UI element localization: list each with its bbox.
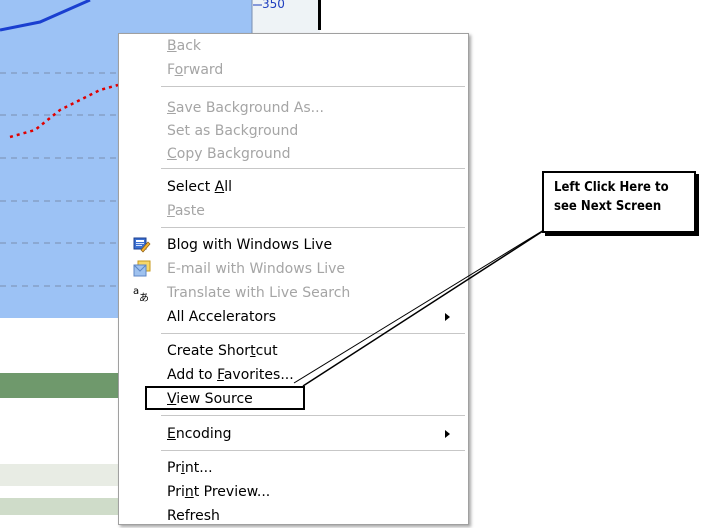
callout-text-line-2: see Next Screen	[554, 199, 662, 214]
callout-pointer-line	[293, 219, 561, 387]
callout-text-line-1: Left Click Here to	[554, 180, 669, 195]
callout-box: Left Click Here to see Next Screen	[542, 171, 696, 233]
